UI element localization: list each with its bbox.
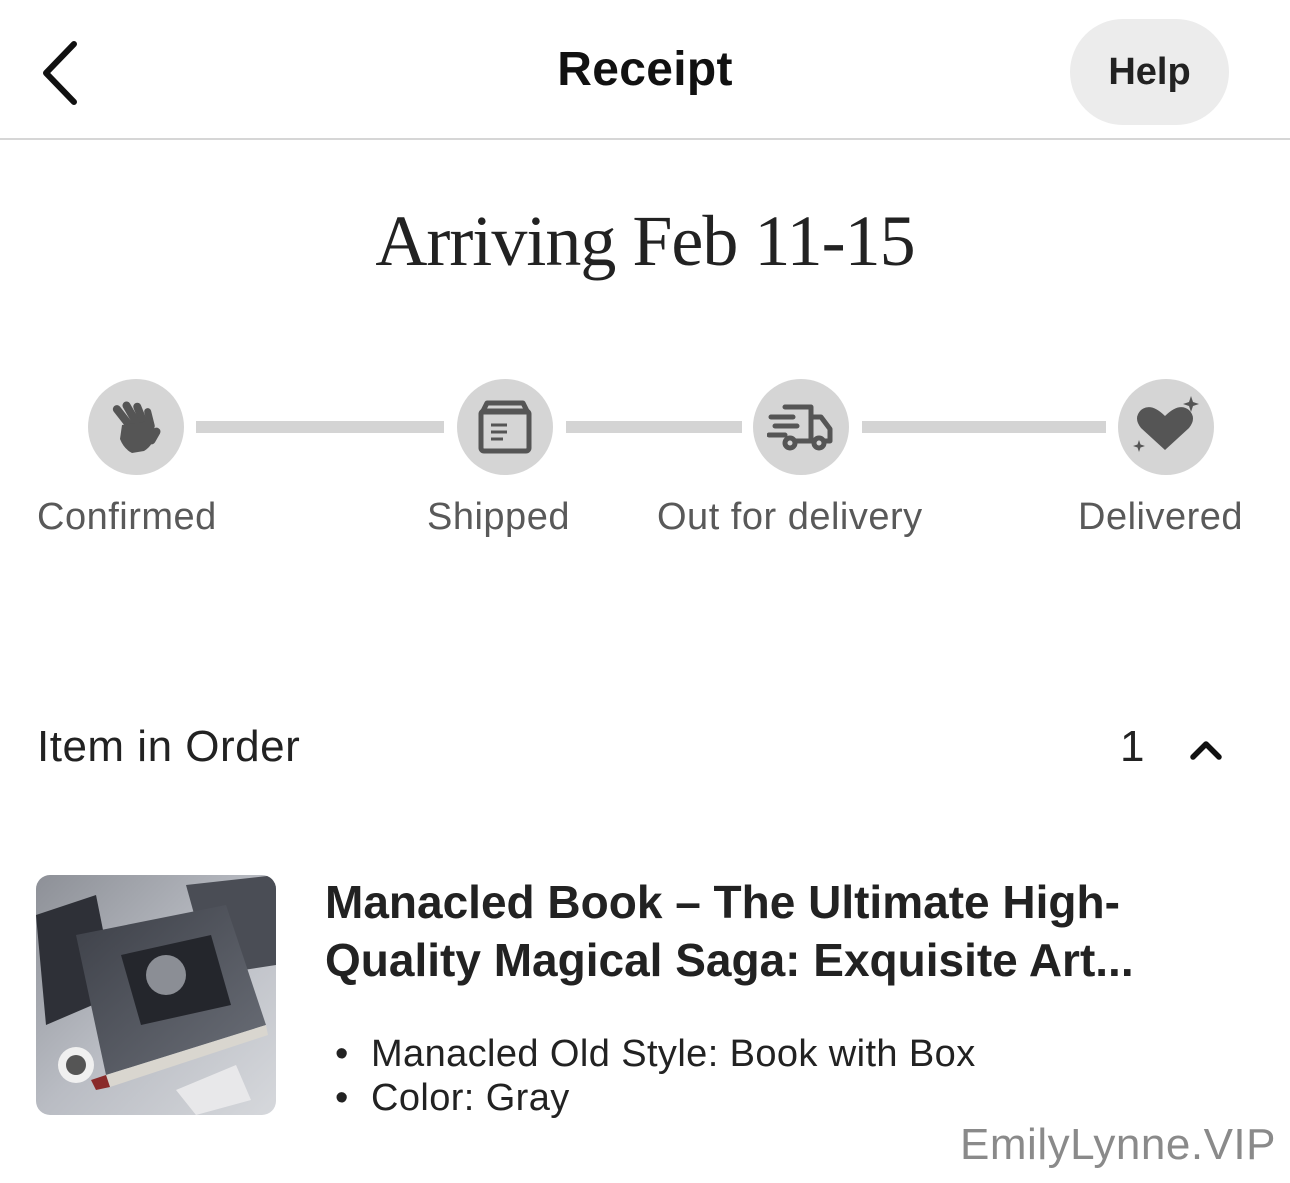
step-shipped [457, 379, 553, 475]
waving-hand-icon [112, 401, 161, 453]
help-button[interactable]: Help [1070, 19, 1229, 125]
watermark: EmilyLynne.VIP [960, 1120, 1276, 1169]
item-title-line-2: Quality Magical Saga: Exquisite Art... [325, 934, 1134, 986]
step-label-out-for-delivery: Out for delivery [657, 496, 923, 538]
arrival-estimate: Arriving Feb 11-15 [375, 201, 915, 281]
item-variants: • Manacled Old Style: Book with Box • Colo… [335, 1032, 976, 1120]
track-line-2 [566, 421, 742, 433]
item-thumbnail[interactable] [36, 875, 276, 1115]
item-title-link[interactable]: Manacled Book – The Ultimate High- Quali… [325, 873, 1225, 989]
step-label-confirmed: Confirmed [37, 496, 217, 538]
delivery-truck-icon [767, 404, 833, 451]
variant-style-text: Manacled Old Style: Book with Box [371, 1033, 976, 1075]
items-section-title: Item in Order [37, 722, 301, 771]
step-delivered [1118, 379, 1214, 475]
chevron-up-icon [1190, 741, 1222, 760]
sparkle-heart-icon [1133, 396, 1199, 452]
item-count: 1 [1120, 722, 1145, 771]
step-label-delivered: Delivered [1078, 496, 1244, 538]
collapse-toggle[interactable] [1180, 728, 1232, 772]
step-out-for-delivery [753, 379, 849, 475]
step-label-shipped: Shipped [427, 496, 570, 538]
variant-style: • Manacled Old Style: Book with Box [335, 1033, 976, 1075]
step-confirmed [88, 379, 184, 475]
book-photo-image [36, 875, 276, 1115]
track-line-1 [196, 421, 444, 433]
item-title-line-1: Manacled Book – The Ultimate High- [325, 876, 1120, 928]
variant-color: • Color: Gray [335, 1077, 570, 1119]
app-header: Receipt Help [0, 0, 1290, 140]
variant-color-text: Color: Gray [371, 1077, 570, 1119]
package-icon [478, 400, 532, 454]
track-line-3 [862, 421, 1106, 433]
